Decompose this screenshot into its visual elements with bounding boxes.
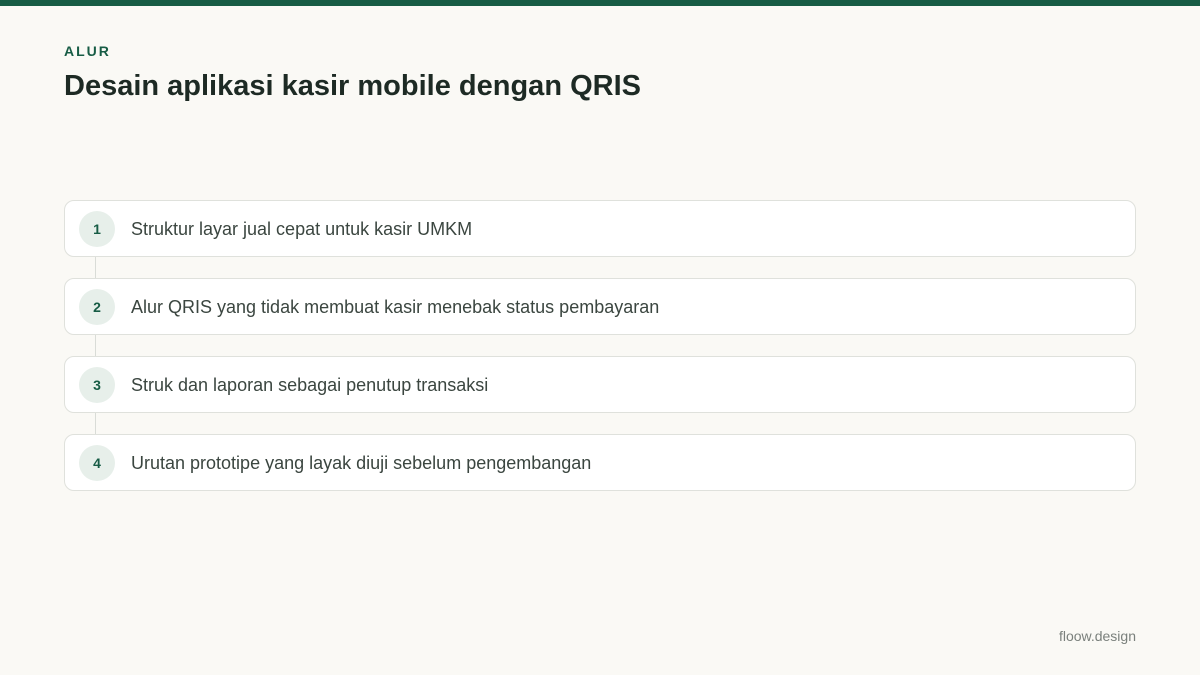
step-number-badge: 4 [79,445,115,481]
step-item-1: 1 Struktur layar jual cepat untuk kasir … [64,200,1136,257]
step-item-3: 3 Struk dan laporan sebagai penutup tran… [64,356,1136,413]
step-label: Alur QRIS yang tidak membuat kasir meneb… [131,297,660,317]
brand-footer: floow.design [1058,628,1136,644]
step-label: Urutan prototipe yang layak diuji sebelu… [131,453,592,473]
step-item-4: 4 Urutan prototipe yang layak diuji sebe… [64,434,1136,491]
step-connector [95,334,96,356]
step-connector [95,256,96,278]
step-item-2: 2 Alur QRIS yang tidak membuat kasir men… [64,278,1136,335]
top-accent-bar [0,0,1200,6]
section-eyebrow: ALUR [64,43,111,59]
step-label: Struktur layar jual cepat untuk kasir UM… [131,219,473,239]
step-number-badge: 2 [79,289,115,325]
step-number-badge: 3 [79,367,115,403]
slide: ALUR Desain aplikasi kasir mobile dengan… [0,0,1200,675]
page-title: Desain aplikasi kasir mobile dengan QRIS [64,70,641,102]
step-number-badge: 1 [79,211,115,247]
step-connector [95,412,96,434]
step-label: Struk dan laporan sebagai penutup transa… [131,375,489,395]
